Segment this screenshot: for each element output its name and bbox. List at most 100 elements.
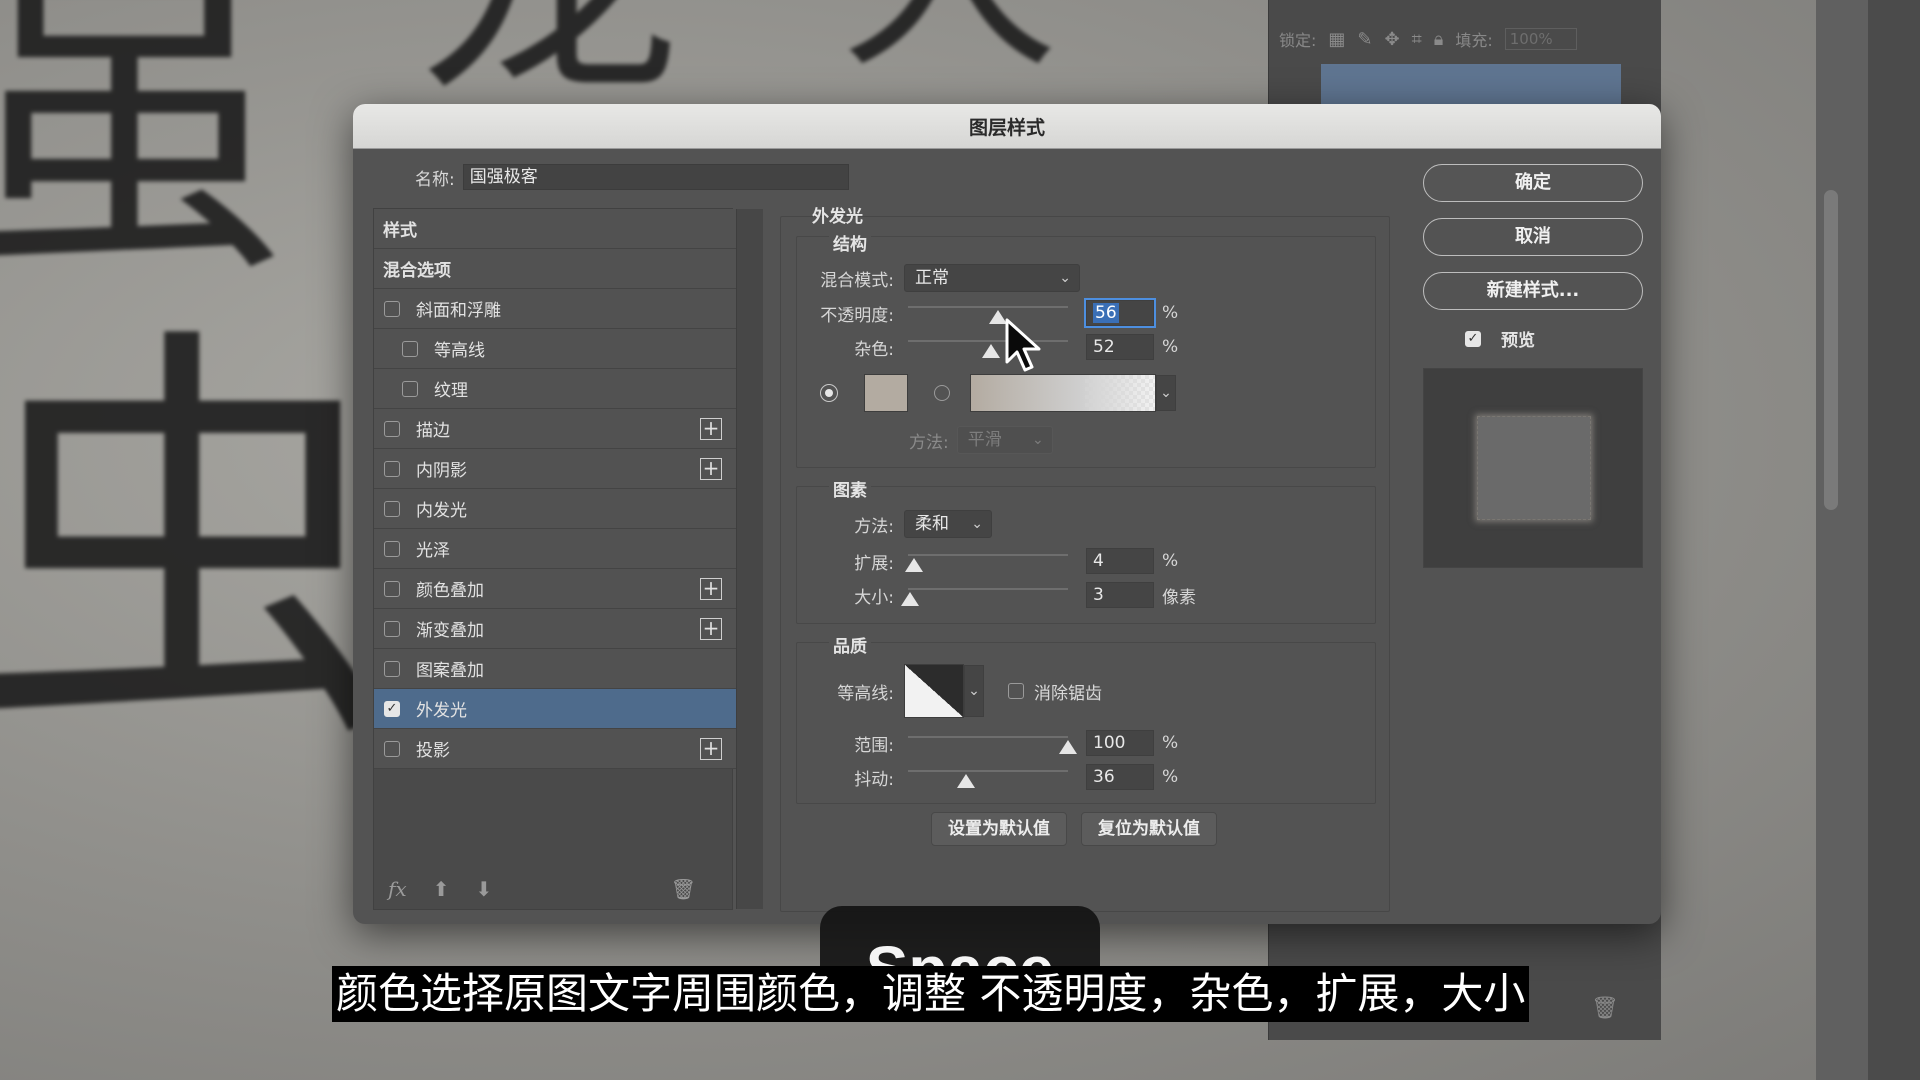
style-checkbox[interactable]	[384, 620, 400, 637]
ok-button[interactable]: 确定	[1423, 164, 1643, 202]
jitter-slider-thumb[interactable]	[956, 774, 975, 788]
jitter-slider[interactable]	[908, 764, 1068, 790]
lock-transparent-icon[interactable]: ▦	[1328, 29, 1345, 50]
move-down-icon[interactable]: ⬇︎	[475, 877, 492, 901]
style-checkbox[interactable]: ✓	[384, 700, 400, 717]
range-input[interactable]: 100	[1086, 730, 1154, 756]
noise-slider-thumb[interactable]	[982, 344, 1001, 358]
layer-style-dialog: 图层样式 名称: 国强极客 样式 混合选项 斜面和浮雕 等高线 纹理 描边 + 内阴影 + 内…	[353, 104, 1661, 924]
chevron-down-icon: ⌄	[971, 516, 983, 532]
calligraphy-glyph: 虫	[0, 295, 400, 795]
style-item[interactable]: 渐变叠加 +	[374, 609, 736, 649]
style-checkbox[interactable]	[384, 500, 400, 517]
technique-select[interactable]: 柔和 ⌄	[904, 510, 992, 538]
style-item[interactable]: 内阴影 +	[374, 449, 736, 489]
delete-effect-icon[interactable]: 🗑︎	[671, 877, 696, 901]
structure-title: 结构	[829, 230, 871, 255]
styles-header[interactable]: 样式	[374, 209, 736, 249]
size-label: 大小:	[854, 587, 894, 608]
spread-slider-thumb[interactable]	[905, 558, 924, 572]
fx-icon[interactable]: fx	[388, 877, 407, 901]
style-item-label: 内发光	[416, 501, 467, 521]
size-unit: 像素	[1162, 587, 1196, 608]
styles-list-scrollbar[interactable]	[736, 209, 763, 909]
style-checkbox[interactable]	[384, 580, 400, 597]
add-effect-icon[interactable]: +	[700, 618, 722, 640]
layer-row[interactable]	[1321, 64, 1621, 104]
style-item[interactable]: 纹理	[374, 369, 736, 409]
delete-layer-icon[interactable]: 🗑︎	[1591, 996, 1619, 1021]
add-effect-icon[interactable]: +	[700, 578, 722, 600]
lock-artboard-icon[interactable]: ⌗	[1412, 29, 1422, 50]
make-default-button[interactable]: 设置为默认值	[931, 812, 1067, 846]
style-item[interactable]: 投影 +	[374, 729, 736, 769]
size-slider[interactable]	[900, 582, 1068, 608]
style-checkbox[interactable]	[384, 300, 400, 317]
contour-preview[interactable]	[904, 664, 964, 718]
style-preview	[1423, 368, 1643, 568]
style-checkbox[interactable]	[384, 740, 400, 757]
add-effect-icon[interactable]: +	[700, 458, 722, 480]
size-slider-thumb[interactable]	[900, 592, 919, 606]
contour-picker-chevron[interactable]: ⌄	[964, 665, 984, 717]
preview-sample	[1477, 416, 1591, 520]
contour-label: 等高线:	[837, 683, 894, 704]
spread-input[interactable]: 4	[1086, 548, 1154, 574]
solid-color-radio[interactable]	[820, 384, 838, 402]
jitter-input[interactable]: 36	[1086, 764, 1154, 790]
lock-all-icon[interactable]: 🔒︎	[1434, 29, 1444, 50]
cancel-button[interactable]: 取消	[1423, 218, 1643, 256]
style-checkbox[interactable]	[402, 340, 418, 357]
blend-mode-select[interactable]: 正常 ⌄	[904, 264, 1080, 292]
new-style-button[interactable]: 新建样式...	[1423, 272, 1643, 310]
noise-input[interactable]: 52	[1086, 334, 1154, 360]
style-item[interactable]: 图案叠加	[374, 649, 736, 689]
style-item[interactable]: 内发光	[374, 489, 736, 529]
style-item[interactable]: 描边 +	[374, 409, 736, 449]
range-slider[interactable]	[908, 730, 1077, 756]
gradient-radio[interactable]	[934, 385, 950, 401]
calligraphy-glyph: 龙	[420, 0, 680, 110]
method-select[interactable]: 平滑 ⌄	[956, 426, 1053, 454]
reset-default-button[interactable]: 复位为默认值	[1081, 812, 1217, 846]
glow-gradient-swatch[interactable]	[970, 374, 1156, 412]
range-label: 范围:	[854, 735, 894, 756]
add-effect-icon[interactable]: +	[700, 418, 722, 440]
noise-unit: %	[1162, 337, 1179, 357]
dialog-title[interactable]: 图层样式	[353, 104, 1661, 149]
jitter-slider-track	[908, 770, 1068, 772]
style-item-label: 内阴影	[416, 461, 467, 481]
spread-slider[interactable]	[905, 548, 1068, 574]
noise-row: 杂色: 52 %	[812, 334, 1178, 360]
style-checkbox[interactable]	[384, 460, 400, 477]
opacity-input[interactable]: 56	[1084, 298, 1156, 328]
range-slider-thumb[interactable]	[1059, 740, 1077, 754]
add-effect-icon[interactable]: +	[700, 738, 722, 760]
technique-row: 方法: 柔和 ⌄	[812, 510, 992, 538]
panel-scrollbar[interactable]	[1824, 190, 1838, 510]
fill-input[interactable]: 100%	[1504, 28, 1577, 50]
spread-row: 扩展: 4 %	[812, 548, 1178, 574]
lock-move-icon[interactable]: ✥	[1385, 29, 1400, 50]
style-checkbox[interactable]	[384, 660, 400, 677]
style-item[interactable]: 等高线	[374, 329, 736, 369]
style-checkbox[interactable]	[402, 380, 418, 397]
style-item[interactable]: 颜色叠加 +	[374, 569, 736, 609]
name-input[interactable]: 国强极客	[462, 164, 849, 190]
move-up-icon[interactable]: ⬆︎	[433, 877, 450, 901]
size-input[interactable]: 3	[1086, 582, 1154, 608]
lock-paint-icon[interactable]: ✎	[1357, 29, 1372, 50]
glow-color-swatch[interactable]	[864, 374, 908, 412]
noise-label: 杂色:	[854, 339, 894, 360]
style-checkbox[interactable]	[384, 420, 400, 437]
jitter-label: 抖动:	[854, 769, 894, 790]
lock-label: 锁定:	[1279, 31, 1317, 50]
blending-options-item[interactable]: 混合选项	[374, 249, 736, 289]
style-item[interactable]: 斜面和浮雕	[374, 289, 736, 329]
style-checkbox[interactable]	[384, 540, 400, 557]
anti-aliased-checkbox[interactable]	[1008, 683, 1024, 699]
gradient-picker-chevron[interactable]: ⌄	[1156, 375, 1176, 411]
preview-checkbox[interactable]: ✓	[1465, 330, 1481, 347]
style-item[interactable]: 光泽	[374, 529, 736, 569]
style-item[interactable]: ✓ 外发光	[374, 689, 736, 729]
